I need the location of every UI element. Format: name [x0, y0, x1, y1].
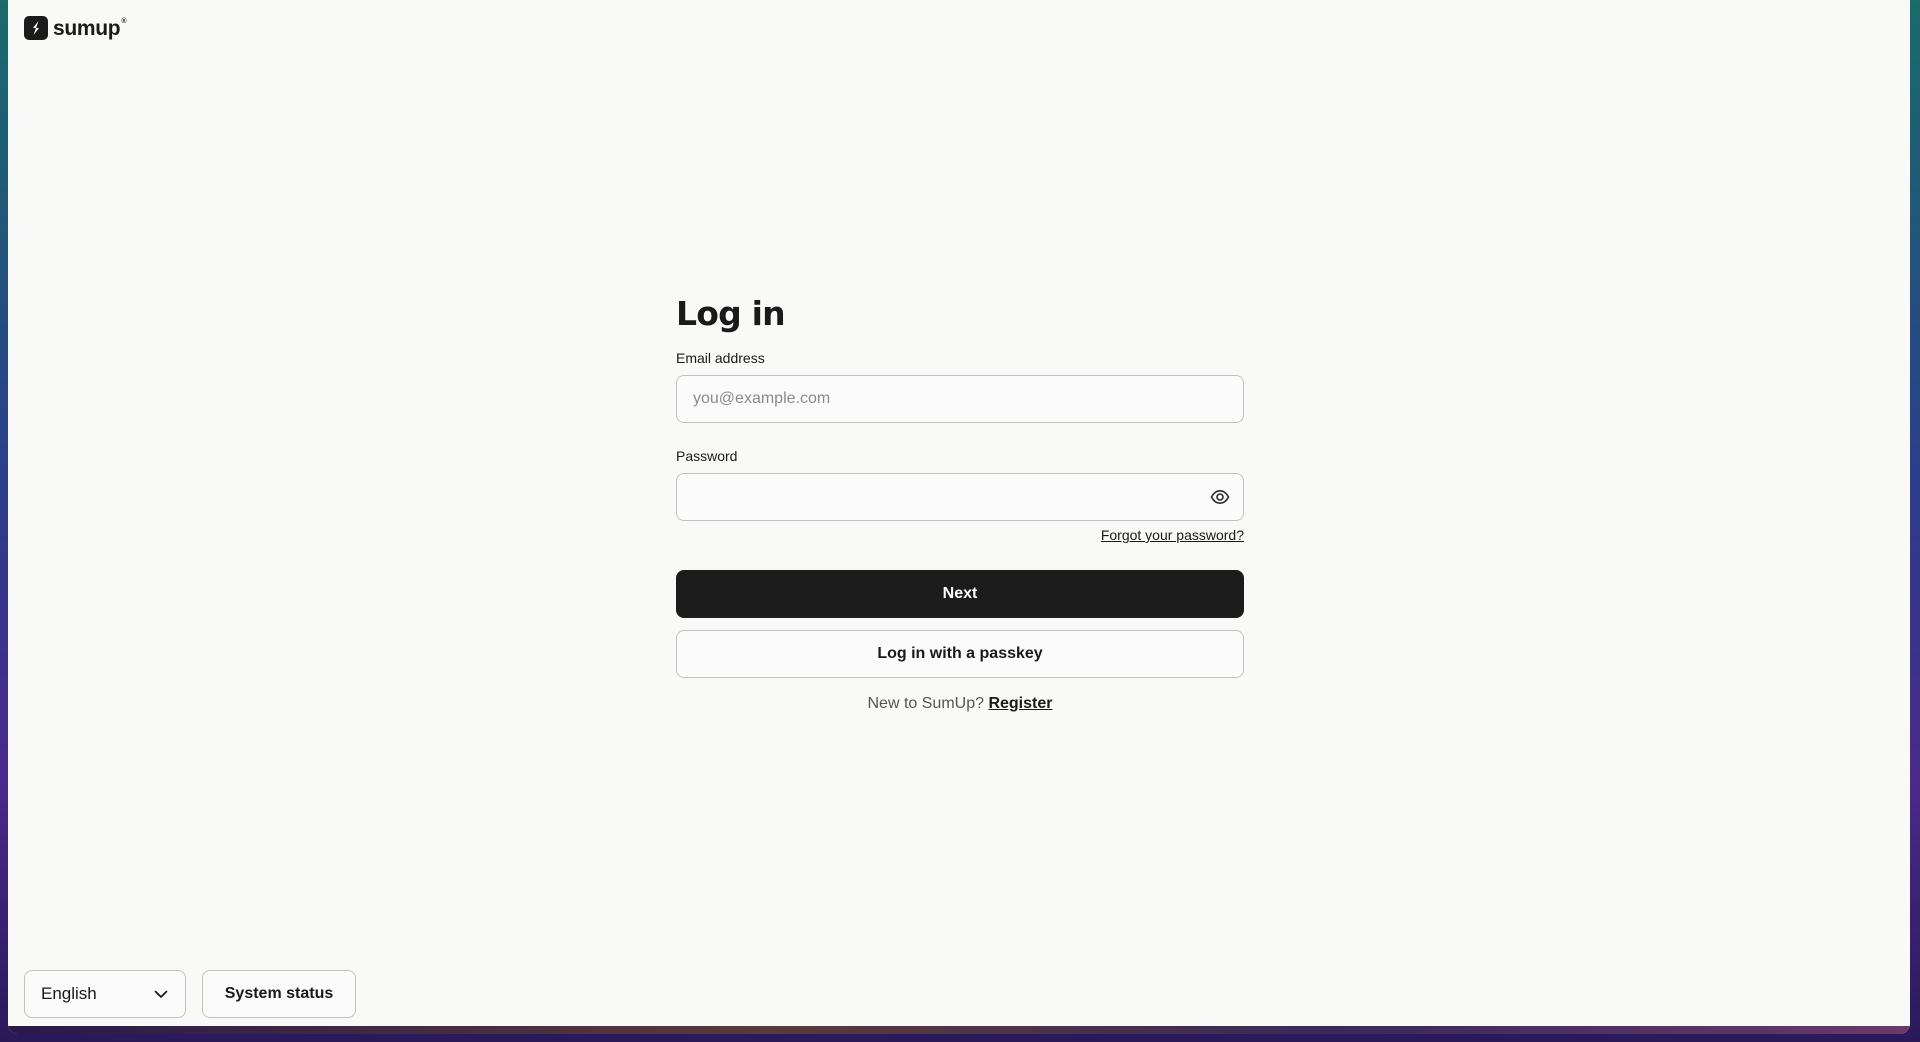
email-field[interactable]: [676, 375, 1244, 423]
sumup-wordmark: sumup®: [53, 16, 127, 40]
email-label: Email address: [676, 350, 765, 366]
passkey-login-button[interactable]: Log in with a passkey: [676, 630, 1244, 678]
sumup-logo[interactable]: sumup®: [24, 16, 126, 40]
footer: English System status: [24, 970, 356, 1018]
password-field[interactable]: [676, 473, 1244, 521]
system-status-button[interactable]: System status: [202, 970, 356, 1018]
language-select[interactable]: English: [24, 970, 186, 1018]
email-field-wrapper: [676, 375, 1244, 423]
login-page: sumup® Log in Email address Password For…: [8, 0, 1910, 1034]
register-row: New to SumUp? Register: [676, 693, 1244, 715]
sumup-logo-icon: [24, 16, 48, 40]
forgot-password-row: Forgot your password?: [676, 527, 1244, 544]
register-link[interactable]: Register: [988, 695, 1052, 712]
password-field-wrapper: [676, 473, 1244, 521]
forgot-password-link[interactable]: Forgot your password?: [1101, 527, 1244, 543]
page-title: Log in: [676, 294, 786, 333]
register-prompt: New to SumUp?: [867, 695, 985, 712]
chevron-down-icon: [154, 990, 168, 998]
eye-icon: [1210, 489, 1230, 505]
login-form: Log in Email address Password Forgot you…: [676, 294, 1244, 715]
window-bottom-edge: [8, 1026, 1910, 1034]
show-password-button[interactable]: [1208, 485, 1232, 509]
password-label: Password: [676, 448, 738, 464]
next-button[interactable]: Next: [676, 570, 1244, 618]
language-selected-value: English: [41, 984, 97, 1003]
